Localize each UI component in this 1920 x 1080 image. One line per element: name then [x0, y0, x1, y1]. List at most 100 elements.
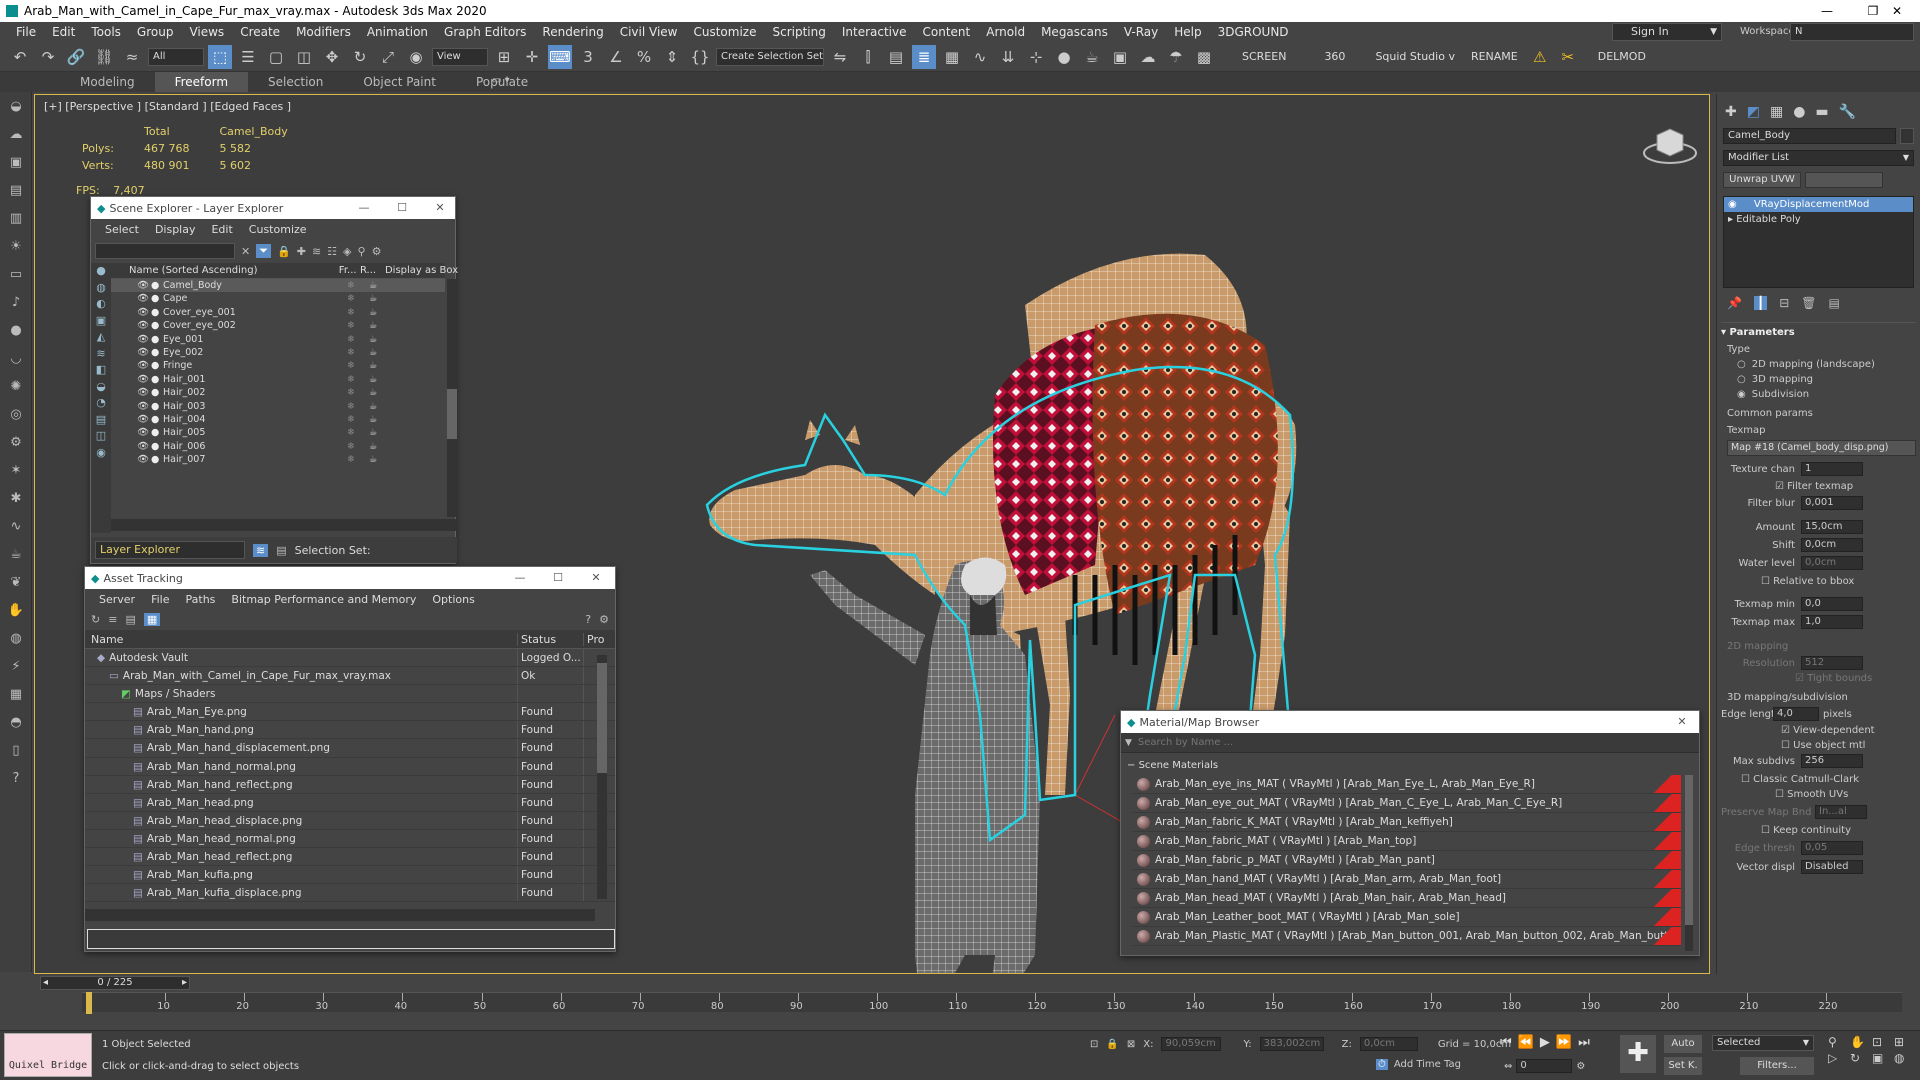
menu-rendering[interactable]: Rendering: [534, 25, 611, 39]
keyboard-shortcut-icon[interactable]: ⌨: [548, 44, 572, 69]
isolate-icon[interactable]: ⊡: [1090, 1039, 1098, 1050]
eye-icon[interactable]: 👁: [137, 440, 151, 453]
list-item[interactable]: 👁 ● Cover_eye_001 ❄ ☕: [111, 306, 445, 319]
track-bar[interactable]: 10 20 30 40 50 60 70 80 90 100 110 120 130 140 150 160 1…: [82, 992, 1902, 1012]
material-scrollbar[interactable]: [1685, 775, 1693, 951]
col-frozen[interactable]: Fr...: [339, 265, 360, 276]
pivot-icon[interactable]: ⊞: [492, 45, 516, 69]
script-icon[interactable]: ▯: [0, 736, 32, 764]
helper-icon[interactable]: ✱: [0, 484, 32, 512]
table-row[interactable]: ▤ Arab_Man_kufia_displace.png Found: [85, 884, 615, 903]
select-by-name-icon[interactable]: ☰: [236, 45, 260, 69]
list-item[interactable]: 👁 ● Hair_007 ❄ ☕: [111, 453, 445, 466]
eye-icon[interactable]: 👁: [137, 346, 151, 359]
display-tab-icon[interactable]: ▬: [1815, 104, 1828, 120]
eye-icon[interactable]: 👁: [137, 453, 151, 466]
menu-arnold[interactable]: Arnold: [978, 25, 1033, 39]
clear-search-icon[interactable]: ✕: [241, 245, 250, 258]
time-slider[interactable]: ◂ 0 / 225 ▸: [40, 976, 190, 990]
menu-views[interactable]: Views: [181, 25, 232, 39]
scene-materials-header[interactable]: − Scene Materials: [1121, 757, 1699, 775]
select-object-icon[interactable]: ⬚: [208, 44, 232, 69]
squid-studio-button[interactable]: Squid Studio v: [1369, 50, 1461, 63]
material-item[interactable]: Arab_Man_head_MAT ( VRayMtl ) [Arab_Man_…: [1133, 889, 1681, 908]
modifier-list-select[interactable]: Modifier List ▼: [1723, 150, 1914, 166]
orbit-icon[interactable]: ↻: [1850, 1051, 1870, 1065]
use-object-mtl-checkbox[interactable]: ☐ Use object mtl: [1781, 740, 1916, 751]
type-radio-0[interactable]: ○ 2D mapping (landscape): [1737, 359, 1916, 370]
table-row[interactable]: ▤ Arab_Man_hand_reflect.png Found: [85, 775, 615, 794]
menu-graph-editors[interactable]: Graph Editors: [436, 25, 534, 39]
menu-customize[interactable]: Customize: [685, 25, 764, 39]
eye-icon[interactable]: 👁: [137, 386, 151, 399]
configure-icon[interactable]: ▤: [1828, 296, 1839, 310]
render-icon[interactable]: ☕: [369, 333, 391, 346]
unwrap-uvw-button[interactable]: Unwrap UVW: [1723, 172, 1801, 188]
type-radio-2[interactable]: ◉ Subdivision: [1737, 389, 1916, 400]
classic-cc-checkbox[interactable]: ☐ Classic Catmull-Clark: [1741, 774, 1916, 785]
table-row[interactable]: ▤ Arab_Man_head_normal.png Found: [85, 829, 615, 849]
edge-thresh-spinner[interactable]: 0,05: [1801, 841, 1863, 855]
menu-3dground[interactable]: 3DGROUND: [1210, 25, 1297, 39]
texmap-button[interactable]: Map #18 (Camel_body_disp.png): [1727, 440, 1916, 456]
blank-modifier-button[interactable]: [1805, 172, 1883, 188]
asset-scrollbar[interactable]: [597, 655, 607, 899]
menu-modifiers[interactable]: Modifiers: [288, 25, 359, 39]
auto-key-button[interactable]: Auto: [1664, 1035, 1702, 1053]
ribbon-tab-object-paint[interactable]: Object Paint: [343, 72, 456, 92]
prev-frame-icon[interactable]: ◂: [43, 977, 48, 989]
light-icon[interactable]: ☀: [0, 232, 32, 260]
list-item[interactable]: 👁 ● Cover_eye_002 ❄ ☕: [111, 319, 445, 332]
resolution-spinner[interactable]: 512: [1801, 656, 1863, 670]
list-item[interactable]: 👁 ● Camel_Body ❄ ☕: [111, 279, 445, 293]
layer-explorer-select[interactable]: Layer Explorer: [95, 541, 245, 559]
render-icon[interactable]: ☕: [369, 413, 391, 426]
table-row[interactable]: ▤ Arab_Man_head_displace.png Found: [85, 811, 615, 830]
max-subdivs-spinner[interactable]: 256: [1801, 754, 1863, 768]
viewcube-icon[interactable]: [1643, 128, 1697, 164]
table-row[interactable]: ◩ Maps / Shaders: [85, 685, 615, 704]
create-tab-icon[interactable]: ✚: [1725, 104, 1737, 120]
list-item[interactable]: 👁 ● Fringe ❄ ☕: [111, 359, 445, 372]
workspaces-select[interactable]: N: [1790, 23, 1914, 41]
move-icon[interactable]: ✥: [320, 45, 344, 69]
maximize-icon[interactable]: ☐: [543, 567, 573, 589]
torus-icon[interactable]: ◎: [0, 400, 32, 428]
modify-tab-icon[interactable]: ◩: [1747, 104, 1760, 120]
add-layer-icon[interactable]: ✚: [297, 245, 306, 258]
list-item[interactable]: 👁 ● Hair_002 ❄ ☕: [111, 386, 445, 399]
menu-civil-view[interactable]: Civil View: [612, 25, 686, 39]
create-icon[interactable]: ◒: [0, 92, 32, 120]
key-filter-select[interactable]: Selected ▼: [1712, 1035, 1814, 1051]
absolute-mode-icon[interactable]: ⊠: [1127, 1039, 1135, 1050]
pan-view-icon[interactable]: ✋: [1850, 1035, 1870, 1049]
col-asset-name[interactable]: Name: [85, 633, 517, 646]
menu-group[interactable]: Group: [129, 25, 182, 39]
gear-icon[interactable]: ⚙: [0, 428, 32, 456]
table-row[interactable]: ▤ Arab_Man_hand_normal.png Found: [85, 757, 615, 776]
dope-sheet-icon[interactable]: ⇊: [996, 45, 1020, 69]
render-icon[interactable]: ☕: [369, 306, 391, 319]
link-icon[interactable]: 🔗: [64, 45, 88, 69]
filter-blur-spinner[interactable]: 0,001: [1801, 496, 1863, 510]
close-icon[interactable]: ✕: [1874, 0, 1920, 22]
render-icon[interactable]: ☕: [369, 373, 391, 386]
table-row[interactable]: ▤ Arab_Man_head_reflect.png Found: [85, 848, 615, 867]
zoom-extents-icon[interactable]: ⊡: [1872, 1035, 1892, 1049]
val360-button[interactable]: 360: [1318, 50, 1351, 63]
eye-icon[interactable]: 👁: [137, 279, 151, 292]
relative-bbox-checkbox[interactable]: ☐ Relative to bbox: [1761, 576, 1916, 587]
menu-interactive[interactable]: Interactive: [834, 25, 915, 39]
type-radio-1[interactable]: ○ 3D mapping: [1737, 374, 1916, 385]
render-icon[interactable]: ☕: [369, 440, 391, 453]
menu-animation[interactable]: Animation: [359, 25, 436, 39]
set-key-big-icon[interactable]: ✚: [1620, 1035, 1656, 1073]
spinner-snap-icon[interactable]: ⇕: [660, 45, 684, 69]
quixel-bridge-button[interactable]: Quixel Bridge: [4, 1033, 92, 1077]
pin-icon[interactable]: 📌: [1727, 296, 1742, 310]
filter-texmap-checkbox[interactable]: ☑ Filter texmap: [1775, 481, 1916, 492]
render-production-icon[interactable]: ☁: [1136, 45, 1160, 69]
hierarchy-icon[interactable]: ☷: [327, 245, 337, 258]
reference-coordinate-select[interactable]: View: [432, 47, 488, 66]
delmod-button[interactable]: DELMOD: [1592, 50, 1652, 63]
